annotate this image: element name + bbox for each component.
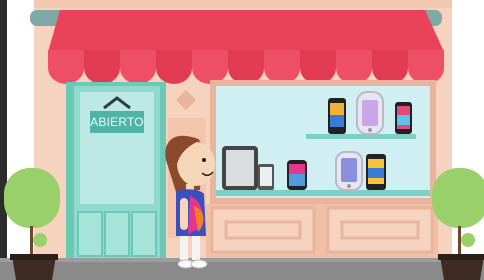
left-edge: [0, 0, 7, 280]
phone-icon: [287, 160, 307, 190]
shelf-upper: [306, 134, 416, 139]
awning-scallops: [48, 50, 444, 84]
tablet-icon: [222, 146, 258, 190]
open-sign: ABIERTO: [90, 115, 144, 129]
shop-illustration: ABIERTO: [0, 0, 484, 280]
phone-icon: [395, 102, 412, 134]
facade-panel: [326, 206, 434, 254]
shelf-lower: [216, 190, 430, 196]
phone-icon: [366, 154, 386, 190]
door-glass: [80, 92, 154, 204]
phone-icon: [356, 91, 384, 135]
phone-icon: [335, 151, 363, 191]
phone-icon: [258, 164, 274, 190]
storefront-scene: [0, 0, 484, 280]
awning: [48, 10, 444, 52]
phone-icon: [328, 98, 346, 134]
